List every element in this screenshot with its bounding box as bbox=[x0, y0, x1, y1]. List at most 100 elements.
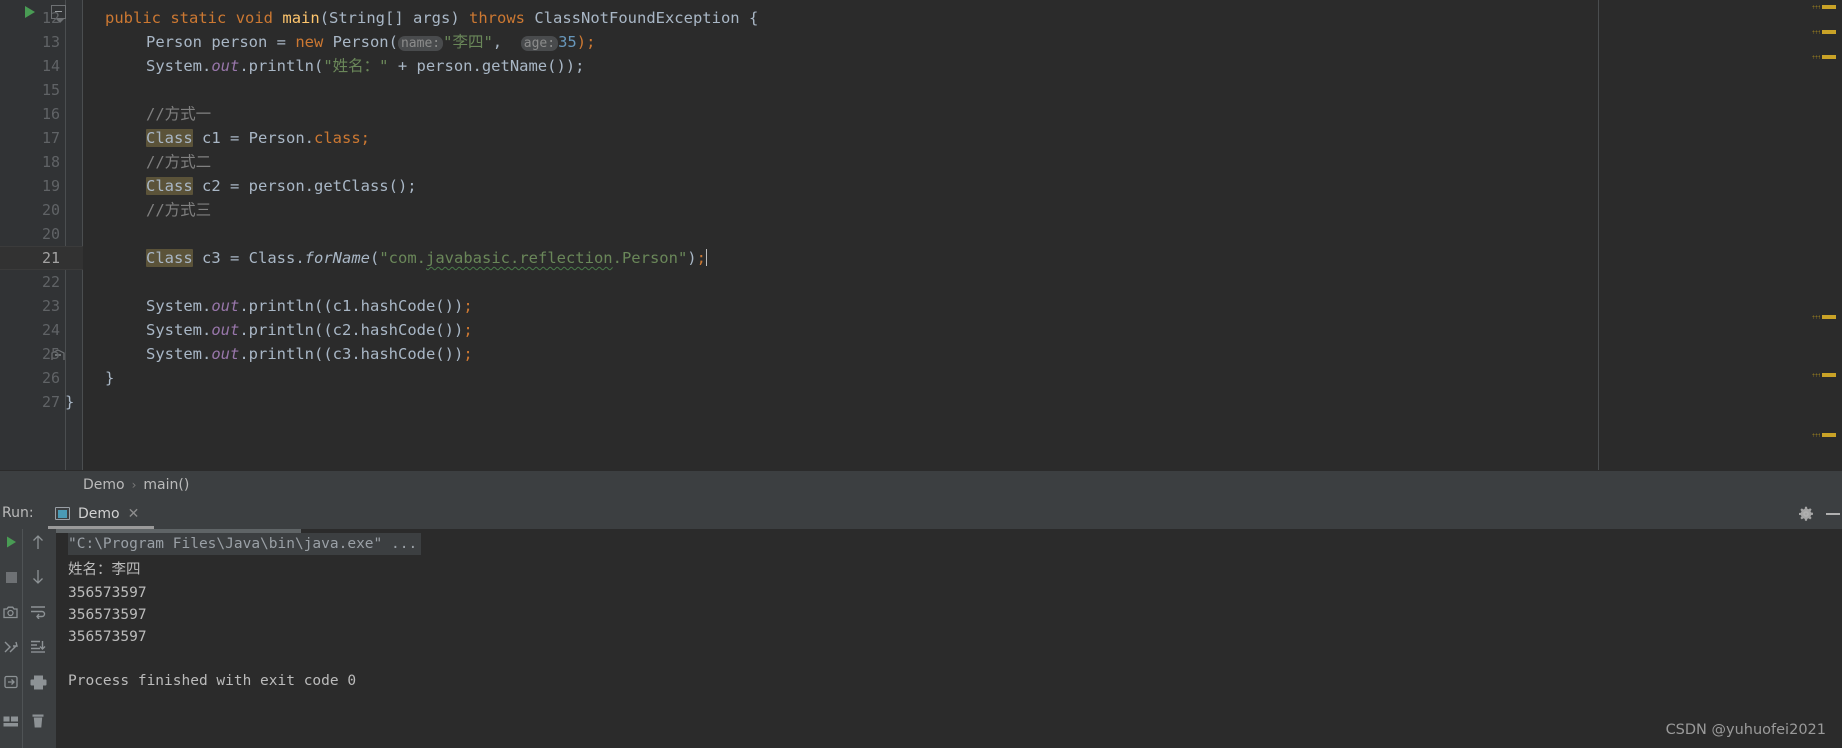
line-number: 13 bbox=[41, 33, 60, 51]
console-output-line: 356573597 bbox=[68, 629, 147, 645]
line-number: 23 bbox=[41, 297, 60, 315]
gear-icon[interactable] bbox=[1798, 506, 1814, 522]
warning-marker[interactable] bbox=[1822, 315, 1836, 319]
code-line-27[interactable]: } bbox=[65, 390, 74, 414]
code-line-25[interactable]: System.out.println((c3.hashCode()); bbox=[146, 342, 473, 366]
line-number: 16 bbox=[41, 105, 60, 123]
code-line-12[interactable]: public static void main(String[] args) t… bbox=[105, 6, 758, 30]
code-editor[interactable]: 12 13 14 15 16 17 18 19 20 21 20 22 23 2… bbox=[0, 0, 1842, 470]
token-params: (String[] args) bbox=[319, 9, 469, 27]
token-string: "姓名：" bbox=[323, 57, 389, 75]
scroll-to-end-icon[interactable] bbox=[28, 637, 48, 657]
code-line-13[interactable]: Person person = new Person(name: "李四", ag… bbox=[146, 30, 595, 56]
line-number: 14 bbox=[41, 57, 60, 75]
stripe-dots bbox=[1812, 30, 1820, 34]
line-number: 26 bbox=[41, 369, 60, 387]
run-tool-window-header: Run: Demo ✕ bbox=[0, 498, 1842, 529]
up-arrow-icon[interactable] bbox=[28, 532, 48, 552]
param-hint-age: age: bbox=[520, 36, 559, 51]
line-number: 18 bbox=[41, 153, 60, 171]
token-string: "com. bbox=[379, 249, 426, 267]
stripe-dots bbox=[1812, 373, 1820, 377]
token-field: out bbox=[211, 321, 240, 339]
print-icon[interactable] bbox=[28, 672, 48, 692]
rerun-icon[interactable] bbox=[1, 532, 21, 552]
stop-icon[interactable] bbox=[1, 567, 21, 587]
warning-marker[interactable] bbox=[1822, 30, 1836, 34]
line-number-current: 21 bbox=[41, 249, 60, 267]
token-comment: //方式二 bbox=[146, 153, 212, 171]
breadcrumb-item-class[interactable]: Demo bbox=[83, 477, 125, 493]
code-line-16[interactable]: //方式一 bbox=[146, 102, 211, 126]
code-line-26[interactable]: } bbox=[105, 366, 114, 390]
tab-demo[interactable]: Demo ✕ bbox=[45, 498, 149, 529]
export-icon[interactable] bbox=[1, 672, 21, 692]
line-number: 24 bbox=[41, 321, 60, 339]
token-string: .Person" bbox=[612, 249, 688, 267]
console-horizontal-scrollbar[interactable] bbox=[56, 529, 301, 533]
watermark: CSDN @yuhuofei2021 bbox=[1665, 722, 1826, 738]
minimize-icon[interactable] bbox=[1826, 513, 1840, 515]
line-number: 17 bbox=[41, 129, 60, 147]
line-number: 20 bbox=[41, 201, 60, 219]
camera-icon[interactable] bbox=[1, 602, 21, 622]
text-caret bbox=[705, 249, 707, 266]
console-output[interactable]: "C:\Program Files\Java\bin\java.exe" ...… bbox=[56, 529, 1842, 748]
token-keyword: void bbox=[235, 9, 274, 27]
code-line-23[interactable]: System.out.println((c1.hashCode()); bbox=[146, 294, 473, 318]
line-number: 20 bbox=[41, 225, 60, 243]
line-number: 15 bbox=[41, 81, 60, 99]
breadcrumb: Demo › main() bbox=[83, 471, 189, 499]
token-exception: ClassNotFoundException { bbox=[525, 9, 759, 27]
code-line-20[interactable]: //方式三 bbox=[146, 198, 211, 222]
code-line-19[interactable]: Class c2 = person.getClass(); bbox=[146, 174, 417, 198]
warning-marker[interactable] bbox=[1822, 5, 1836, 9]
stripe-dots bbox=[1812, 55, 1820, 59]
token-keyword: new bbox=[295, 33, 324, 51]
token-highlighted-class: Class bbox=[146, 177, 193, 195]
layout-icon[interactable] bbox=[1, 711, 21, 731]
stripe-dots bbox=[1812, 315, 1820, 319]
console-output-line: 姓名：李四 bbox=[68, 562, 141, 578]
token-comment: //方式三 bbox=[146, 201, 212, 219]
breadcrumb-bar: Demo › main() bbox=[0, 470, 1842, 499]
line-number: 12 bbox=[41, 9, 60, 27]
token-field: out bbox=[211, 57, 240, 75]
run-toolbar-left[interactable] bbox=[0, 529, 22, 748]
token-field: out bbox=[211, 345, 240, 363]
warning-marker[interactable] bbox=[1822, 373, 1836, 377]
code-line-18[interactable]: //方式二 bbox=[146, 150, 211, 174]
warning-marker[interactable] bbox=[1822, 55, 1836, 59]
breadcrumb-item-method[interactable]: main() bbox=[143, 477, 189, 493]
token-field: out bbox=[211, 297, 240, 315]
error-stripe-scrollbar[interactable] bbox=[1790, 0, 1842, 470]
run-label: Run: bbox=[2, 505, 34, 521]
down-arrow-icon[interactable] bbox=[28, 567, 48, 587]
stripe-dots bbox=[1812, 5, 1820, 9]
token-highlighted-class: Class bbox=[146, 129, 193, 147]
thread-dump-icon[interactable] bbox=[1, 637, 21, 657]
warning-marker[interactable] bbox=[1822, 433, 1836, 437]
close-icon[interactable]: ✕ bbox=[128, 506, 140, 522]
code-line-24[interactable]: System.out.println((c2.hashCode()); bbox=[146, 318, 473, 342]
token-keyword: class bbox=[314, 129, 361, 147]
code-line-14[interactable]: System.out.println("姓名：" + person.getNam… bbox=[146, 54, 584, 78]
code-line-21[interactable]: Class c3 = Class.forName("com.javabasic.… bbox=[146, 246, 707, 270]
run-configuration-icon bbox=[55, 507, 70, 520]
right-margin-guide bbox=[1598, 0, 1599, 470]
line-number: 25 bbox=[41, 345, 60, 363]
token-keyword: throws bbox=[469, 9, 525, 27]
run-toolbar-right[interactable] bbox=[23, 529, 55, 748]
code-line-17[interactable]: Class c1 = Person.class; bbox=[146, 126, 370, 150]
token-method-static: forName bbox=[304, 249, 370, 267]
soft-wrap-icon[interactable] bbox=[28, 602, 48, 622]
intellij-idea-window: 12 13 14 15 16 17 18 19 20 21 20 22 23 2… bbox=[0, 0, 1842, 748]
console-output-line: 356573597 bbox=[68, 607, 147, 623]
token-method: main bbox=[282, 9, 320, 27]
token-keyword: public bbox=[105, 9, 161, 27]
trash-icon[interactable] bbox=[28, 711, 48, 731]
console-output-line: 356573597 bbox=[68, 585, 147, 601]
token-comment: //方式一 bbox=[146, 105, 212, 123]
breadcrumb-separator-icon: › bbox=[131, 478, 137, 492]
code-text-area[interactable]: public static void main(String[] args) t… bbox=[65, 0, 1790, 470]
